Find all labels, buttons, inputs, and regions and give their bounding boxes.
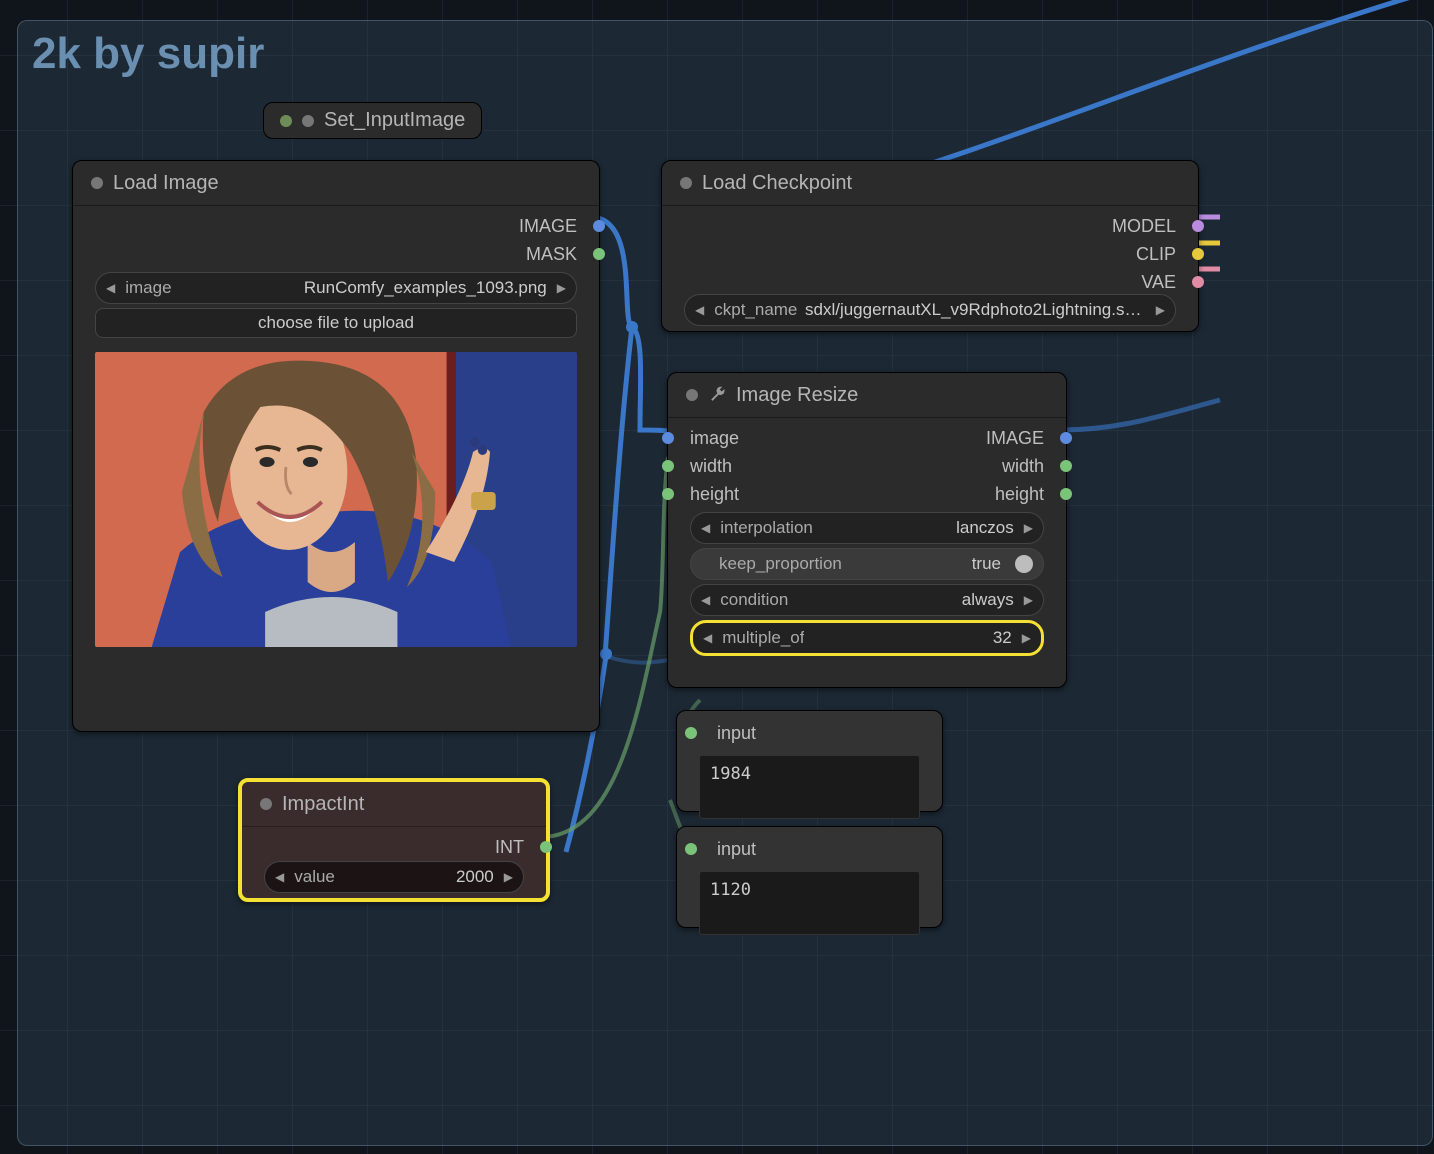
param-image[interactable]: ◀image RunComfy_examples_1093.png▶: [95, 272, 577, 304]
input-height[interactable]: height: [668, 480, 739, 508]
slot-dot: [662, 460, 674, 472]
next-icon[interactable]: ▶: [1156, 303, 1165, 317]
input-slot[interactable]: input: [677, 835, 756, 863]
input-slot[interactable]: input: [677, 719, 756, 747]
input-image[interactable]: image: [668, 424, 739, 452]
output-int[interactable]: INT: [495, 833, 546, 861]
node-title: ImpactInt: [282, 793, 364, 816]
output-mask[interactable]: MASK: [519, 240, 599, 268]
slot-dot: [302, 115, 314, 127]
collapse-dot[interactable]: [91, 177, 103, 189]
param-interpolation[interactable]: ◀interpolation lanczos▶: [690, 512, 1044, 544]
output-image[interactable]: IMAGE: [986, 424, 1066, 452]
slot-dot: [1192, 220, 1204, 232]
param-ckpt-name[interactable]: ◀ckpt_name sdxl/juggernautXL_v9Rdphoto2L…: [684, 294, 1176, 326]
slot-dot: [540, 841, 552, 853]
node-image-resize[interactable]: Image Resize image width height IMAGE wi…: [667, 372, 1067, 688]
toggle-dot[interactable]: [1015, 555, 1033, 573]
collapse-dot[interactable]: [680, 177, 692, 189]
param-multiple-of[interactable]: ◀multiple_of 32▶: [690, 620, 1044, 656]
node-load-image[interactable]: Load Image IMAGE MASK ◀image RunComfy_ex…: [72, 160, 600, 732]
prev-icon[interactable]: ◀: [695, 303, 704, 317]
output-clip[interactable]: CLIP: [1112, 240, 1198, 268]
slot-dot: [593, 220, 605, 232]
slot-dot: [1060, 488, 1072, 500]
input-width[interactable]: width: [668, 452, 739, 480]
next-icon[interactable]: ▶: [557, 281, 566, 295]
slot-dot: [662, 488, 674, 500]
collapse-dot[interactable]: [260, 798, 272, 810]
prev-icon[interactable]: ◀: [106, 281, 115, 295]
node-set-inputimage[interactable]: Set_InputImage: [263, 102, 482, 139]
node-title: Set_InputImage: [324, 109, 465, 132]
output-image[interactable]: IMAGE: [519, 212, 599, 240]
choose-file-button[interactable]: choose file to upload: [95, 308, 577, 338]
slot-dot: [1192, 248, 1204, 260]
node-title: Load Image: [113, 172, 219, 195]
display-value: 1984: [699, 755, 920, 819]
node-load-checkpoint[interactable]: Load Checkpoint MODEL CLIP VAE ◀ckpt_nam…: [661, 160, 1199, 332]
group-title: 2k by supir: [32, 29, 264, 79]
param-condition[interactable]: ◀condition always▶: [690, 584, 1044, 616]
slot-dot: [685, 843, 697, 855]
slot-dot: [1060, 432, 1072, 444]
node-display-2[interactable]: input 1120: [676, 826, 943, 928]
node-title: Image Resize: [736, 384, 858, 407]
slot-dot: [662, 432, 674, 444]
param-keep-proportion[interactable]: keep_proportion true: [690, 548, 1044, 580]
slot-dot: [280, 115, 292, 127]
collapse-dot[interactable]: [686, 389, 698, 401]
node-impactint[interactable]: ImpactInt INT ◀value 2000▶: [238, 778, 550, 902]
display-value: 1120: [699, 871, 920, 935]
output-vae[interactable]: VAE: [1112, 268, 1198, 296]
output-model[interactable]: MODEL: [1112, 212, 1198, 240]
node-title: Load Checkpoint: [702, 172, 852, 195]
output-height[interactable]: height: [986, 480, 1066, 508]
wrench-icon[interactable]: [708, 386, 726, 404]
image-preview: [95, 352, 577, 647]
param-value[interactable]: ◀value 2000▶: [264, 861, 524, 893]
output-width[interactable]: width: [986, 452, 1066, 480]
node-display-1[interactable]: input 1984: [676, 710, 943, 812]
slot-dot: [593, 248, 605, 260]
slot-dot: [1192, 276, 1204, 288]
slot-dot: [685, 727, 697, 739]
slot-dot: [1060, 460, 1072, 472]
